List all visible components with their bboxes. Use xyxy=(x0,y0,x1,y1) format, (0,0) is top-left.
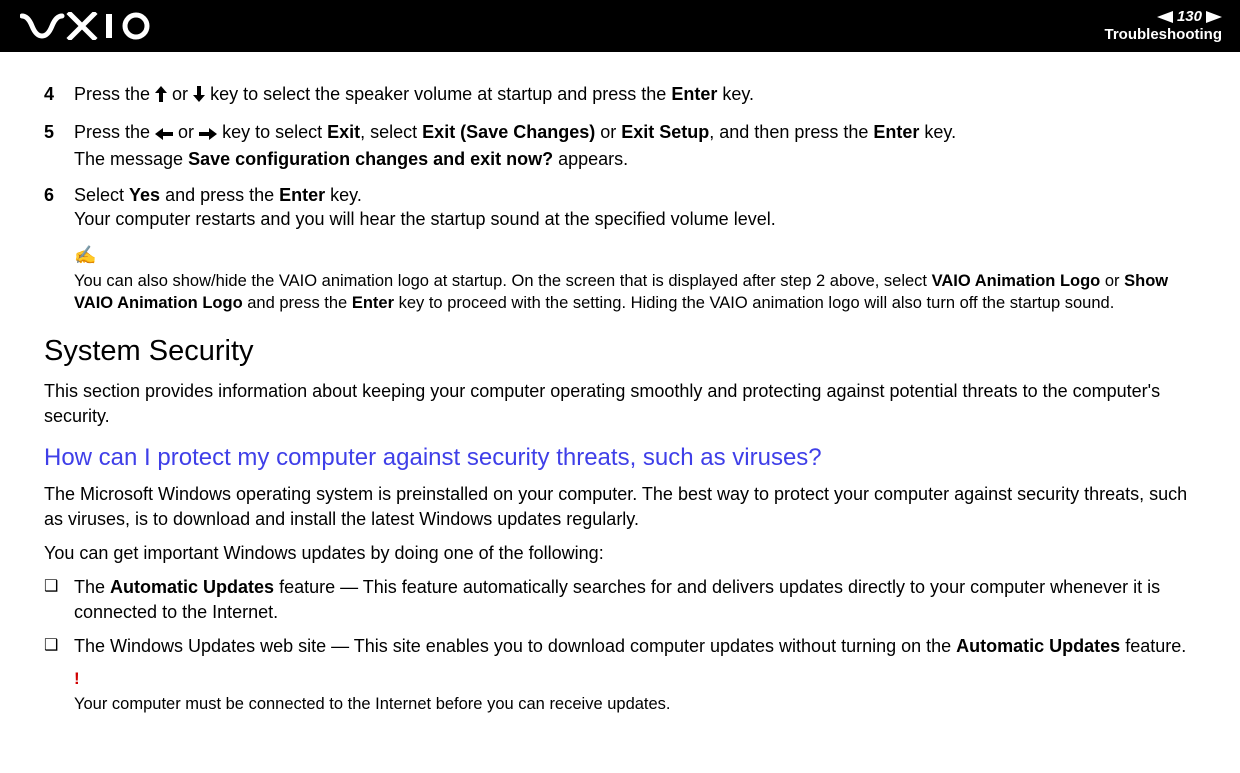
text: Press the xyxy=(74,122,155,142)
warning-block: ! Your computer must be connected to the… xyxy=(74,668,1196,715)
bullet-mark-icon: ❑ xyxy=(44,634,74,658)
bullet-item: ❑ The Windows Updates web site — This si… xyxy=(44,634,1196,658)
note-block: ✍ You can also show/hide the VAIO animat… xyxy=(74,243,1196,314)
text-bold: VAIO Animation Logo xyxy=(932,272,1101,290)
step-body: Select Yes and press the Enter key. Your… xyxy=(74,183,1196,232)
text-bold: Automatic Updates xyxy=(956,636,1120,656)
text-bold: Enter xyxy=(671,84,717,104)
arrow-up-icon xyxy=(155,84,167,108)
text: appears. xyxy=(553,149,628,169)
nav-prev-icon[interactable] xyxy=(1157,11,1173,23)
text: The Windows Updates web site — This site… xyxy=(74,636,956,656)
text-bold: Enter xyxy=(279,185,325,205)
text: and press the xyxy=(243,294,352,312)
vaio-logo xyxy=(20,12,170,40)
header-right: 130 Troubleshooting xyxy=(1105,9,1229,44)
arrow-right-icon xyxy=(199,122,217,146)
text-bold: Enter xyxy=(352,294,394,312)
text: You can also show/hide the VAIO animatio… xyxy=(74,272,932,290)
text: key to select the speaker volume at star… xyxy=(205,84,671,104)
text-bold: Save configuration changes and exit now? xyxy=(188,149,553,169)
arrow-down-icon xyxy=(193,84,205,108)
bullet-item: ❑ The Automatic Updates feature — This f… xyxy=(44,575,1196,624)
arrow-left-icon xyxy=(155,122,173,146)
text: Your computer restarts and you will hear… xyxy=(74,209,776,229)
text: key. xyxy=(717,84,754,104)
page-number: 130 xyxy=(1177,9,1202,26)
bullet-mark-icon: ❑ xyxy=(44,575,74,624)
text: or xyxy=(173,122,199,142)
warning-icon: ! xyxy=(74,668,1196,691)
header-section-label: Troubleshooting xyxy=(1105,27,1223,44)
page-header: 130 Troubleshooting xyxy=(0,0,1240,52)
question-heading: How can I protect my computer against se… xyxy=(44,442,1196,474)
text: , select xyxy=(360,122,422,142)
text: or xyxy=(1100,272,1124,290)
text-bold: Exit Setup xyxy=(621,122,709,142)
text-bold: Yes xyxy=(129,185,160,205)
text: feature. xyxy=(1120,636,1186,656)
step-6: 6 Select Yes and press the Enter key. Yo… xyxy=(44,183,1196,232)
nav-next-icon[interactable] xyxy=(1206,11,1222,23)
text-bold: Enter xyxy=(873,122,919,142)
page-content: 4 Press the or key to select the speaker… xyxy=(0,52,1240,715)
step-number: 6 xyxy=(44,183,74,232)
answer-paragraph: The Microsoft Windows operating system i… xyxy=(44,482,1196,531)
note-text: You can also show/hide the VAIO animatio… xyxy=(74,270,1196,315)
step-body: Press the or key to select the speaker v… xyxy=(74,82,1196,108)
text: and press the xyxy=(160,185,279,205)
text: key to proceed with the setting. Hiding … xyxy=(394,294,1114,312)
step-number: 5 xyxy=(44,120,74,171)
bullet-body: The Windows Updates web site — This site… xyxy=(74,634,1196,658)
warning-text: Your computer must be connected to the I… xyxy=(74,693,1196,715)
text: The message xyxy=(74,149,188,169)
text: key. xyxy=(919,122,956,142)
text: key to select xyxy=(217,122,327,142)
text: Press the xyxy=(74,84,155,104)
text: , and then press the xyxy=(709,122,873,142)
step-number: 4 xyxy=(44,82,74,108)
step-body: Press the or key to select Exit, select … xyxy=(74,120,1196,171)
step-4: 4 Press the or key to select the speaker… xyxy=(44,82,1196,108)
bullet-body: The Automatic Updates feature — This fea… xyxy=(74,575,1196,624)
answer-paragraph: You can get important Windows updates by… xyxy=(44,541,1196,565)
text: The xyxy=(74,577,110,597)
note-icon: ✍ xyxy=(74,243,1196,267)
section-intro: This section provides information about … xyxy=(44,379,1196,428)
text-bold: Exit (Save Changes) xyxy=(422,122,595,142)
text: Select xyxy=(74,185,129,205)
text-bold: Exit xyxy=(327,122,360,142)
step-5: 5 Press the or key to select Exit, selec… xyxy=(44,120,1196,171)
section-heading: System Security xyxy=(44,332,1196,371)
text: or xyxy=(167,84,193,104)
text: key. xyxy=(325,185,362,205)
text-bold: Automatic Updates xyxy=(110,577,274,597)
text: or xyxy=(595,122,621,142)
